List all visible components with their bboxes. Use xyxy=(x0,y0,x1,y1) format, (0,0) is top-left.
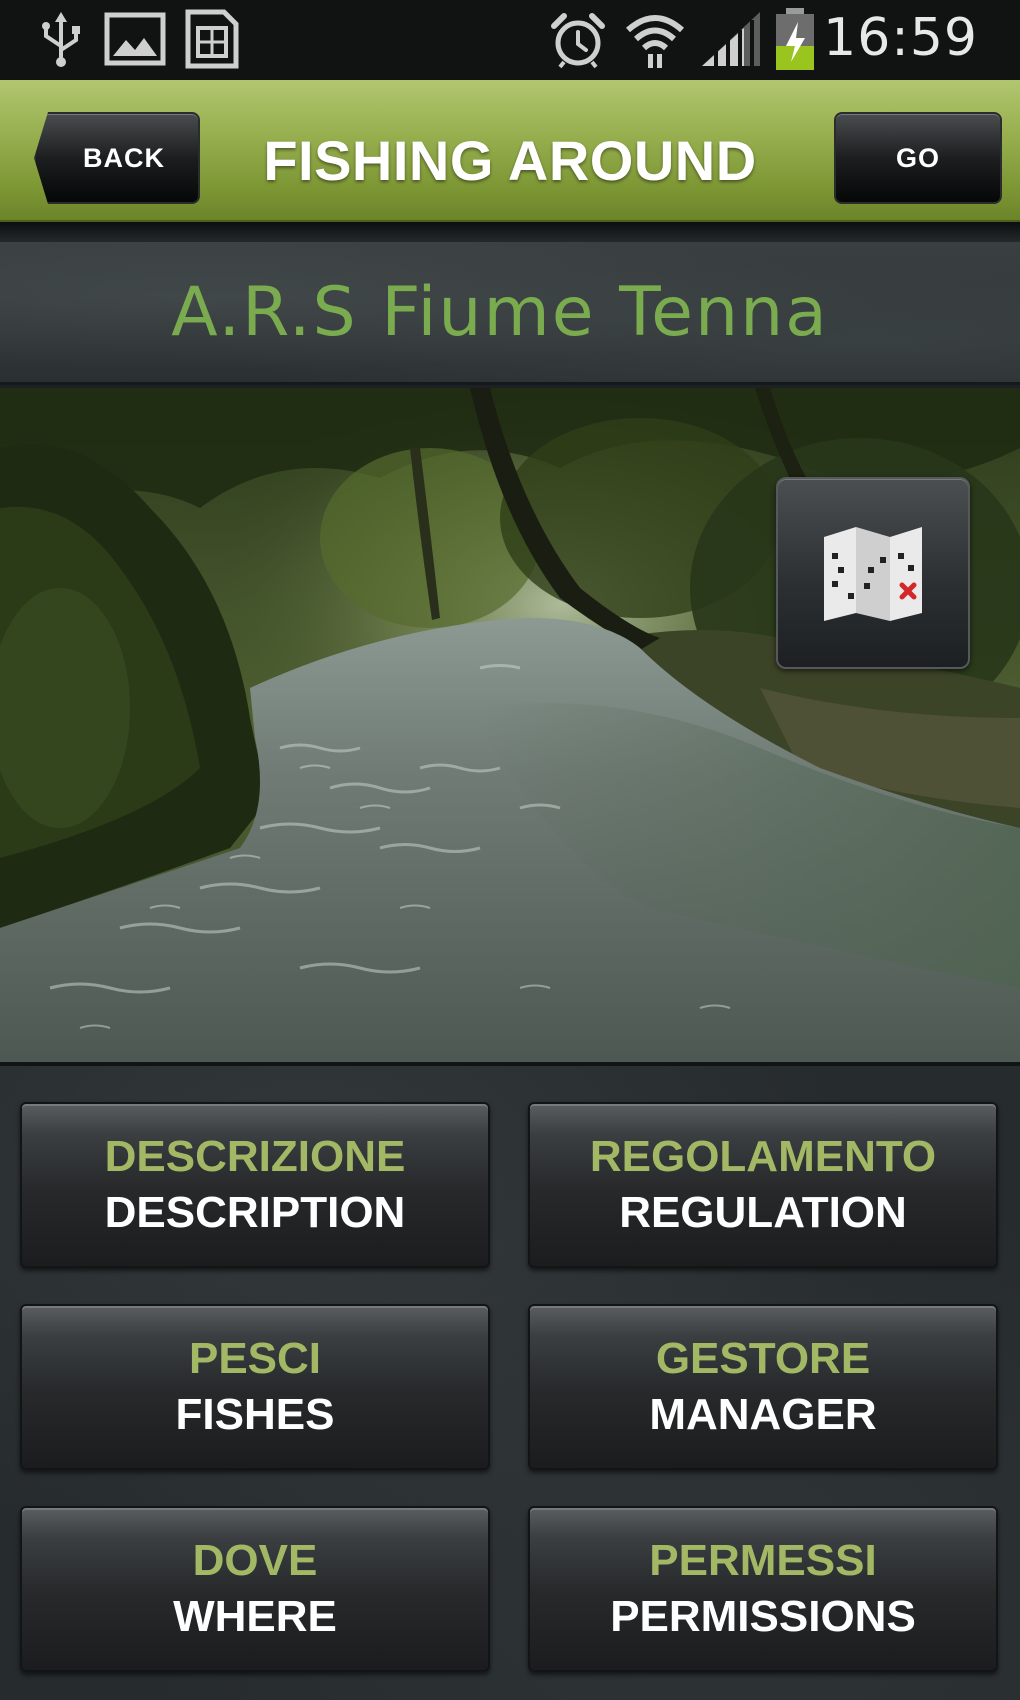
sim-card-icon xyxy=(185,9,239,69)
battery-charging-icon xyxy=(776,8,814,70)
description-button[interactable]: DESCRIZIONE DESCRIPTION xyxy=(20,1102,490,1268)
menu-label-it: DOVE xyxy=(192,1536,318,1585)
fishes-button[interactable]: PESCI FISHES xyxy=(20,1304,490,1470)
status-bar: 16:59 xyxy=(0,0,1020,80)
treasure-map-icon xyxy=(824,527,922,621)
map-button[interactable] xyxy=(776,477,970,669)
menu-label-it: DESCRIZIONE xyxy=(104,1132,406,1181)
usb-icon xyxy=(42,12,80,67)
signal-icon xyxy=(702,12,760,66)
regulation-button[interactable]: REGOLAMENTO REGULATION xyxy=(528,1102,998,1268)
menu-label-en: DESCRIPTION xyxy=(104,1188,406,1237)
place-header: A.R.S Fiume Tenna xyxy=(0,242,1020,385)
menu-label-it: PESCI xyxy=(188,1334,322,1383)
menu-label-en: WHERE xyxy=(173,1592,337,1641)
alarm-icon xyxy=(551,13,605,69)
where-button[interactable]: DOVE WHERE xyxy=(20,1506,490,1672)
wifi-icon xyxy=(626,15,684,68)
divider xyxy=(0,222,1020,242)
menu-label-en: FISHES xyxy=(175,1390,335,1439)
menu-label-it: GESTORE xyxy=(655,1334,871,1383)
menu-label-en: REGULATION xyxy=(619,1188,907,1237)
menu-label-en: MANAGER xyxy=(649,1390,877,1439)
menu-label-it: REGOLAMENTO xyxy=(589,1132,937,1181)
clock: 16:59 xyxy=(823,8,978,68)
place-title: A.R.S Fiume Tenna xyxy=(171,272,829,352)
menu-label-it: PERMESSI xyxy=(649,1536,877,1585)
app-title: FISHING AROUND xyxy=(263,128,757,192)
action-bar: BACK FISHING AROUND GO xyxy=(0,80,1020,222)
back-button[interactable]: BACK xyxy=(34,112,200,204)
menu-label-en: PERMISSIONS xyxy=(610,1592,916,1641)
permissions-button[interactable]: PERMESSI PERMISSIONS xyxy=(528,1506,998,1672)
image-icon xyxy=(104,12,166,66)
go-button[interactable]: GO xyxy=(834,112,1002,204)
manager-button[interactable]: GESTORE MANAGER xyxy=(528,1304,998,1470)
